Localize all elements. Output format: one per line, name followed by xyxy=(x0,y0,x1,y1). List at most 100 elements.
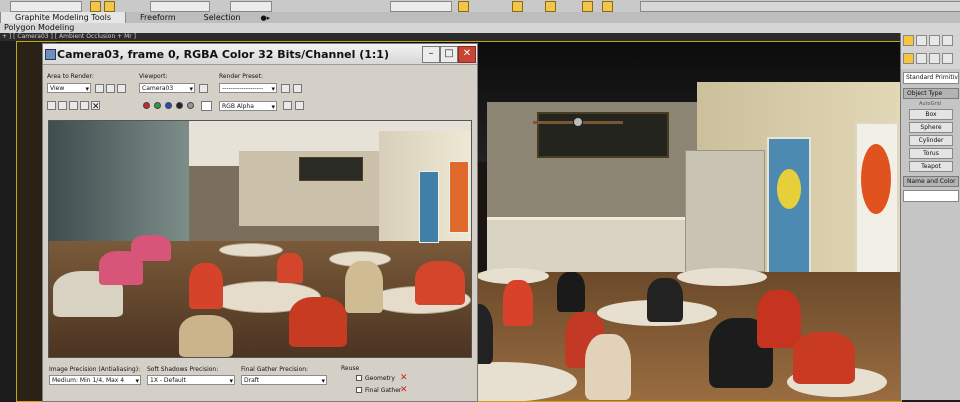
crop-icon[interactable] xyxy=(117,84,126,93)
viewport-chair xyxy=(585,334,631,400)
tab-selection[interactable]: Selection xyxy=(190,12,255,23)
primitive-type-dropdown[interactable]: Standard Primitives xyxy=(903,72,959,84)
area-to-render-label: Area to Render: xyxy=(47,73,94,80)
auto-region-icon[interactable] xyxy=(106,84,115,93)
render-setup-icon[interactable] xyxy=(281,84,290,93)
geometry-checkbox[interactable] xyxy=(356,375,362,381)
copy-image-icon[interactable] xyxy=(58,101,67,110)
print-icon[interactable] xyxy=(80,101,89,110)
autogrid-checkbox[interactable]: AutoGrid xyxy=(919,101,959,107)
render-painting-orange xyxy=(449,161,469,233)
final-gather-precision-value[interactable]: Draft xyxy=(241,375,327,386)
channel-dropdown[interactable]: RGB Alpha xyxy=(219,101,277,112)
render-chair xyxy=(277,253,303,283)
toolbar-field[interactable] xyxy=(10,1,82,12)
motion-tab-icon[interactable] xyxy=(942,35,953,46)
reuse-label: Reuse xyxy=(341,365,360,372)
render-frame-icon[interactable] xyxy=(602,1,613,12)
environment-icon[interactable] xyxy=(293,84,302,93)
viewport-chair xyxy=(757,290,801,348)
angle-snap-icon[interactable] xyxy=(512,1,523,12)
render-chair xyxy=(345,261,383,313)
save-image-icon[interactable] xyxy=(47,101,56,110)
sphere-button[interactable]: Sphere xyxy=(909,122,953,133)
object-type-rollout[interactable]: Object Type xyxy=(903,88,959,99)
viewport-chair xyxy=(793,332,855,384)
select-tool-icon[interactable] xyxy=(90,1,101,12)
name-and-color-rollout[interactable]: Name and Color xyxy=(903,176,959,187)
render-chair xyxy=(179,315,233,357)
viewport-painting-yellow xyxy=(767,137,811,286)
viewport-chair xyxy=(557,272,585,312)
object-name-input[interactable] xyxy=(903,190,959,202)
shapes-icon[interactable] xyxy=(916,53,927,64)
geometry-icon[interactable] xyxy=(903,53,914,64)
maximize-icon[interactable]: □ xyxy=(440,46,458,63)
toggle-ui-overlay-icon[interactable] xyxy=(283,101,292,110)
edit-region-icon[interactable] xyxy=(95,84,104,93)
rendered-image xyxy=(48,120,472,358)
final-gather-checkbox[interactable] xyxy=(356,387,362,393)
command-panel-tabs xyxy=(901,33,960,51)
render-setup-icon[interactable] xyxy=(582,1,593,12)
blue-channel-icon[interactable] xyxy=(165,102,172,109)
ribbon-toggle-icon[interactable]: ●▸ xyxy=(261,14,271,22)
render-window-titlebar[interactable]: Camera03, frame 0, RGBA Color 32 Bits/Ch… xyxy=(43,44,477,65)
clear-icon[interactable]: ✕ xyxy=(91,101,100,112)
teapot-button[interactable]: Teapot xyxy=(909,161,953,172)
render-chair xyxy=(415,261,465,305)
torus-button[interactable]: Torus xyxy=(909,148,953,159)
viewport-label[interactable]: + ] [ Camera03 ] [ Ambient Occlusion + M… xyxy=(0,33,902,41)
lock-icon[interactable] xyxy=(199,84,208,93)
close-icon[interactable]: ✕ xyxy=(458,46,476,63)
hierarchy-tab-icon[interactable] xyxy=(929,35,940,46)
render-settings-panel: Image Precision (Antialiasing): Medium: … xyxy=(43,362,477,401)
image-precision-value[interactable]: Medium: Min 1/4, Max 4 xyxy=(49,375,141,386)
soft-shadows-value[interactable]: 1X - Default xyxy=(147,375,235,386)
monochrome-icon[interactable] xyxy=(187,102,194,109)
command-panel: Standard Primitives Object Type AutoGrid… xyxy=(900,33,960,400)
snap-toggle-icon[interactable] xyxy=(458,1,469,12)
minimize-icon[interactable]: – xyxy=(422,46,440,63)
toolbar-field[interactable] xyxy=(640,1,960,12)
render-chair xyxy=(189,263,223,309)
percent-snap-icon[interactable] xyxy=(545,1,556,12)
geometry-clear-icon[interactable]: ✕ xyxy=(400,374,409,383)
final-gather-clear-icon[interactable]: ✕ xyxy=(400,386,409,395)
render-preset-dropdown[interactable]: ------------------- xyxy=(219,83,277,94)
cylinder-button[interactable]: Cylinder xyxy=(909,135,953,146)
create-tab-icon[interactable] xyxy=(903,35,914,46)
toolbar-field[interactable] xyxy=(230,1,272,12)
toolbar-field[interactable] xyxy=(150,1,210,12)
image-precision-label: Image Precision (Antialiasing): xyxy=(49,366,141,373)
render-window-title: Camera03, frame 0, RGBA Color 32 Bits/Ch… xyxy=(57,48,389,61)
viewport-dropdown[interactable]: Camera03 xyxy=(139,83,195,94)
soft-shadows-label: Soft Shadows Precision: xyxy=(147,366,219,373)
toggle-ui-icon[interactable] xyxy=(295,101,304,110)
lights-icon[interactable] xyxy=(929,53,940,64)
green-channel-icon[interactable] xyxy=(154,102,161,109)
viewport-table xyxy=(677,268,767,286)
box-button[interactable]: Box xyxy=(909,109,953,120)
red-channel-icon[interactable] xyxy=(143,102,150,109)
move-tool-icon[interactable] xyxy=(104,1,115,12)
final-gather-precision-label: Final Gather Precision: xyxy=(241,366,309,373)
render-chair xyxy=(289,297,347,347)
render-table xyxy=(219,243,283,257)
render-menu-board xyxy=(299,157,363,181)
tab-graphite-modeling-tools[interactable]: Graphite Modeling Tools xyxy=(0,12,127,23)
render-armchair xyxy=(131,235,171,261)
area-to-render-dropdown[interactable]: View xyxy=(47,83,91,94)
viewport-chair xyxy=(647,278,683,322)
color-swatch[interactable] xyxy=(201,101,212,111)
tab-freeform[interactable]: Freeform xyxy=(126,12,190,23)
clone-window-icon[interactable] xyxy=(69,101,78,110)
toolbar-field[interactable] xyxy=(390,1,452,12)
final-gather-label: Final Gather xyxy=(365,387,402,394)
alpha-channel-icon[interactable] xyxy=(176,102,183,109)
render-frame-window[interactable]: Camera03, frame 0, RGBA Color 32 Bits/Ch… xyxy=(42,43,478,402)
viewport-chair xyxy=(503,280,533,326)
cameras-icon[interactable] xyxy=(942,53,953,64)
ceiling-fan-icon xyxy=(533,118,623,126)
modify-tab-icon[interactable] xyxy=(916,35,927,46)
